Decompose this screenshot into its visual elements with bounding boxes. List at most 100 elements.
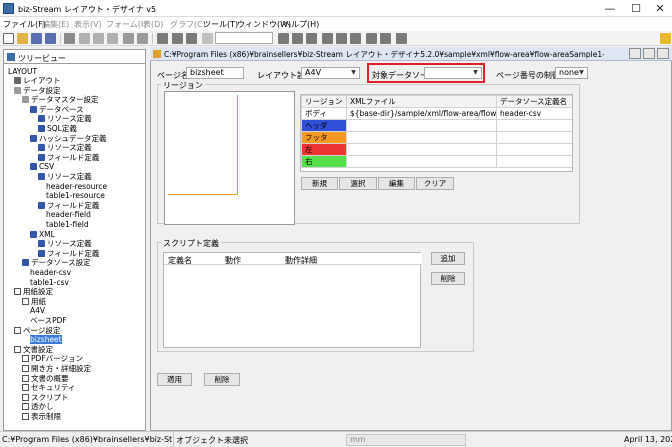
tree-item[interactable]: フィールド定義 xyxy=(38,201,99,210)
edit-icon[interactable] xyxy=(660,33,671,44)
tree-item[interactable]: データマスター設定 xyxy=(22,95,99,104)
redo-icon[interactable] xyxy=(137,33,148,44)
tree-item[interactable]: データベース xyxy=(30,105,84,114)
tree-item[interactable]: データ設定 xyxy=(14,86,61,95)
ungroup-icon[interactable] xyxy=(350,33,361,44)
save-all-icon[interactable] xyxy=(45,33,56,44)
target-datasource-select[interactable]: ▼ xyxy=(424,67,482,79)
grid-icon[interactable] xyxy=(172,33,183,44)
prev-page-icon[interactable] xyxy=(278,33,289,44)
tree-item[interactable]: ベースPDF xyxy=(30,316,67,325)
region-xml-cell[interactable] xyxy=(346,119,497,132)
region-datasource-cell[interactable] xyxy=(496,143,572,156)
tree-item[interactable]: ハッシュデータ定義 xyxy=(30,134,107,143)
region-xml-cell[interactable]: ${base-dir}/sample/xml/flow-area/flow-ar… xyxy=(346,107,497,120)
first-page-icon[interactable] xyxy=(306,33,317,44)
tree-item[interactable]: 文書の概要 xyxy=(22,374,69,383)
region-datasource-cell[interactable] xyxy=(496,119,572,132)
arrange-icon[interactable] xyxy=(322,33,333,44)
next-page-icon[interactable] xyxy=(292,33,303,44)
tree-item[interactable]: リソース定義 xyxy=(38,114,92,123)
menu-file[interactable]: ファイル(F) xyxy=(3,19,46,30)
menu-graph[interactable]: グラフ(C) xyxy=(170,19,206,30)
copy-icon[interactable] xyxy=(93,33,104,44)
tree-item[interactable]: 用紙 xyxy=(22,297,46,306)
region-new-button[interactable]: 新規 xyxy=(301,177,338,190)
apply-button[interactable]: 適用 xyxy=(157,373,192,386)
tree-item[interactable]: bizsheet xyxy=(30,335,62,345)
tree-item[interactable]: table1-csv xyxy=(30,278,69,287)
tree-item[interactable]: フィールド定義 xyxy=(38,153,99,162)
tree-item[interactable]: table1-resource xyxy=(46,191,105,200)
region-xml-cell[interactable] xyxy=(346,143,497,156)
page-number-control-select[interactable]: none ▼ xyxy=(555,67,588,79)
region-xml-cell[interactable] xyxy=(346,131,497,144)
region-datasource-cell[interactable]: header-csv xyxy=(496,107,572,120)
region-datasource-cell[interactable] xyxy=(496,155,572,168)
tree-item[interactable]: XML xyxy=(30,230,55,239)
doc-minimize-button[interactable] xyxy=(629,48,641,59)
tree-item[interactable]: リソース定義 xyxy=(38,143,92,152)
tree-item[interactable]: 文書設定 xyxy=(14,345,53,354)
layer-icon[interactable] xyxy=(380,33,391,44)
tree-item[interactable]: header-csv xyxy=(30,268,71,277)
align-icon[interactable] xyxy=(157,33,168,44)
doc-close-button[interactable] xyxy=(657,48,669,59)
new-file-icon[interactable] xyxy=(3,33,14,44)
close-button[interactable]: ✕ xyxy=(648,1,672,16)
region-row[interactable]: 左 xyxy=(301,143,572,156)
snap-icon[interactable] xyxy=(186,33,197,44)
tree-item[interactable]: CSV xyxy=(30,162,54,171)
tree-item[interactable]: SQL定義 xyxy=(38,124,77,133)
menu-form[interactable]: フォーム(I) xyxy=(106,19,146,30)
tree-item[interactable]: スクリプト xyxy=(22,393,69,402)
maximize-button[interactable]: ☐ xyxy=(624,1,648,16)
menu-help[interactable]: ヘルプ(H) xyxy=(283,19,319,30)
script-table[interactable]: 定義名 動作 動作詳細 xyxy=(163,252,422,348)
menu-tools[interactable]: ツール(T) xyxy=(203,19,238,30)
tree-item[interactable]: header-field xyxy=(46,210,91,219)
tree-item[interactable]: A4V xyxy=(30,306,45,315)
region-select-button[interactable]: 選択 xyxy=(339,177,377,190)
tree-item[interactable]: 用紙設定 xyxy=(14,287,53,296)
tree-item[interactable]: 表示制限 xyxy=(22,412,61,421)
save-icon[interactable] xyxy=(31,33,42,44)
tree-item[interactable]: PDFバージョン xyxy=(22,354,83,363)
zoom-icon[interactable] xyxy=(202,33,213,44)
tree-item[interactable]: table1-field xyxy=(46,220,89,229)
region-datasource-cell[interactable] xyxy=(496,131,572,144)
region-row[interactable]: フッタ xyxy=(301,131,572,144)
page-name-input[interactable]: bizsheet xyxy=(186,67,244,79)
delete-button[interactable]: 削除 xyxy=(204,373,240,386)
open-folder-icon[interactable] xyxy=(17,33,28,44)
cut-icon[interactable] xyxy=(79,33,90,44)
doc-restore-button[interactable] xyxy=(643,48,655,59)
tree-item[interactable]: リソース定義 xyxy=(38,172,92,181)
zoom-combo[interactable] xyxy=(215,32,273,44)
region-row[interactable]: ヘッダ xyxy=(301,119,572,132)
region-clear-button[interactable]: クリア xyxy=(416,177,454,190)
tree-tab[interactable]: ツリービュー xyxy=(3,49,146,63)
tree-item[interactable]: レイアウト xyxy=(14,76,61,85)
script-delete-button[interactable]: 削除 xyxy=(431,272,465,285)
region-row[interactable]: ボディ ${base-dir}/sample/xml/flow-area/flow… xyxy=(301,107,572,120)
tree-item[interactable]: header-resource xyxy=(46,182,107,191)
tree-item[interactable]: セキュリティ xyxy=(22,383,76,392)
menu-table[interactable]: 表(D) xyxy=(143,19,163,30)
region-xml-cell[interactable] xyxy=(346,155,497,168)
tree-item[interactable]: リソース定義 xyxy=(38,239,92,248)
print-icon[interactable] xyxy=(64,33,75,44)
tree-item[interactable]: データソース設定 xyxy=(22,258,91,267)
group-icon[interactable] xyxy=(336,33,347,44)
undo-icon[interactable] xyxy=(123,33,134,44)
order-icon[interactable] xyxy=(366,33,377,44)
menu-view[interactable]: 表示(V) xyxy=(74,19,102,30)
paste-icon[interactable] xyxy=(107,33,118,44)
region-row[interactable]: 右 xyxy=(301,155,572,168)
tree-item[interactable]: フィールド定義 xyxy=(38,249,99,258)
minimize-button[interactable]: — xyxy=(598,1,622,16)
preview-icon[interactable] xyxy=(396,33,407,44)
region-edit-button[interactable]: 編集 xyxy=(378,177,415,190)
tree-item[interactable]: 開き方・詳細設定 xyxy=(22,364,91,373)
layout-setting-select[interactable]: A4V ▼ xyxy=(301,67,360,79)
